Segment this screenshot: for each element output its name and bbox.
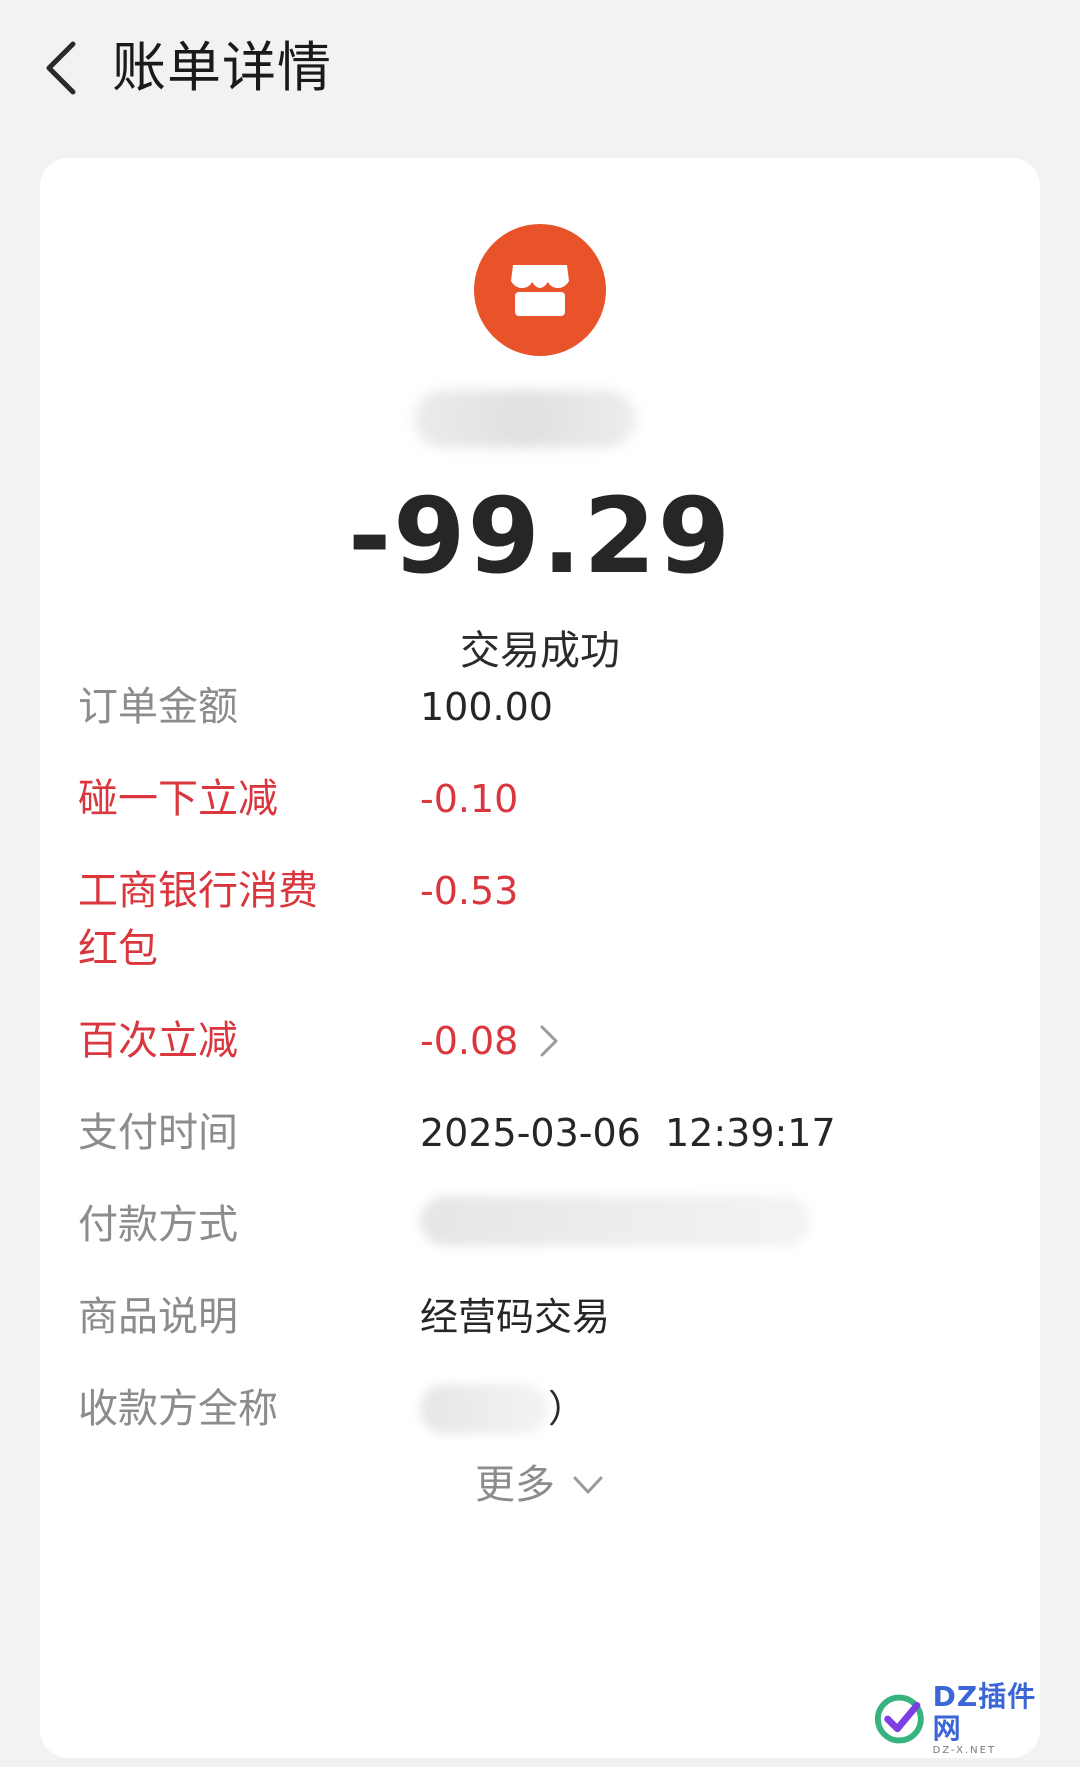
detail-label: 百次立减: [78, 1018, 238, 1064]
payment-method-value: [420, 1196, 810, 1246]
watermark-text: DZ插件网 DZ-X.NET: [933, 1681, 1062, 1757]
bill-detail-page: 账单详情 -99.29 交易成功 订单金额 100.00 碰一下立减 -0.10: [0, 0, 1080, 1767]
detail-value: [420, 1196, 980, 1246]
detail-label: 商品说明: [78, 1294, 238, 1340]
detail-value: 经营码交易: [420, 1288, 980, 1346]
detail-label: 碰一下立减: [78, 776, 278, 822]
bill-card: -99.29 交易成功 订单金额 100.00 碰一下立减 -0.10 工商银行…: [40, 158, 1040, 1758]
detail-value: 100.00: [420, 678, 980, 736]
payment-time-value: 2025-03-06 12:39:17: [420, 1111, 836, 1155]
tap-discount-value: -0.10: [420, 777, 519, 821]
detail-value: -0.10: [420, 770, 980, 828]
icbc-redpacket-value: -0.53: [420, 869, 519, 913]
detail-label: 订单金额: [78, 684, 238, 730]
watermark-main: DZ插件网: [932, 1680, 1037, 1745]
watermark-sub: DZ-X.NET: [932, 1745, 997, 1756]
back-button[interactable]: [34, 38, 86, 98]
header: 账单详情: [0, 0, 1080, 140]
more-label: 更多: [475, 1462, 555, 1508]
payee-name-redacted: [420, 1384, 548, 1434]
detail-value: -0.53: [420, 862, 980, 920]
payee-name-value: ）: [548, 1387, 587, 1431]
detail-label: 支付时间: [78, 1110, 238, 1156]
watermark: DZ插件网 DZ-X.NET: [872, 1681, 1062, 1757]
chevron-right-icon[interactable]: [536, 1021, 562, 1061]
chevron-left-icon: [46, 41, 76, 95]
storefront-icon: [511, 265, 569, 316]
detail-label: 付款方式: [78, 1202, 238, 1248]
more-button[interactable]: 更多: [40, 1456, 1040, 1514]
detail-value: ）: [420, 1380, 980, 1438]
chevron-down-icon: [573, 1476, 603, 1494]
product-description-value: 经营码交易: [420, 1295, 611, 1339]
detail-label: 收款方全称: [78, 1386, 278, 1432]
transaction-amount: -99.29: [347, 475, 733, 597]
detail-value: 2025-03-06 12:39:17: [420, 1104, 980, 1162]
detail-value[interactable]: -0.08: [420, 1012, 980, 1070]
order-amount-value: 100.00: [420, 685, 553, 729]
merchant-logo: [474, 224, 606, 356]
dz-logo-icon: [874, 1694, 924, 1744]
merchant-name: [414, 390, 636, 448]
hundred-discount-value: -0.08: [420, 1019, 519, 1063]
page-title: 账单详情: [112, 36, 332, 99]
detail-label: 工商银行消费 红包: [78, 868, 318, 972]
transaction-status: 交易成功: [460, 628, 620, 674]
